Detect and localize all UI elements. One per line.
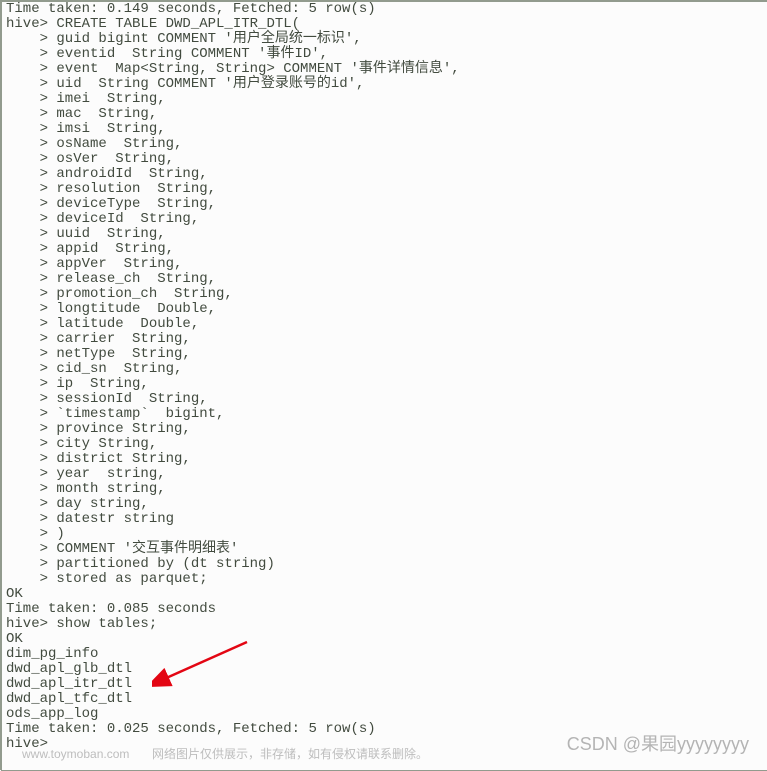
watermark-domain: www.toymoban.com bbox=[22, 747, 129, 762]
terminal-output: Time taken: 0.149 seconds, Fetched: 5 ro… bbox=[2, 2, 767, 752]
watermark-disclaimer: 网络图片仅供展示，非存储，如有侵权请联系删除。 bbox=[152, 747, 428, 762]
watermark-author: CSDN @果园yyyyyyyy bbox=[567, 737, 749, 752]
